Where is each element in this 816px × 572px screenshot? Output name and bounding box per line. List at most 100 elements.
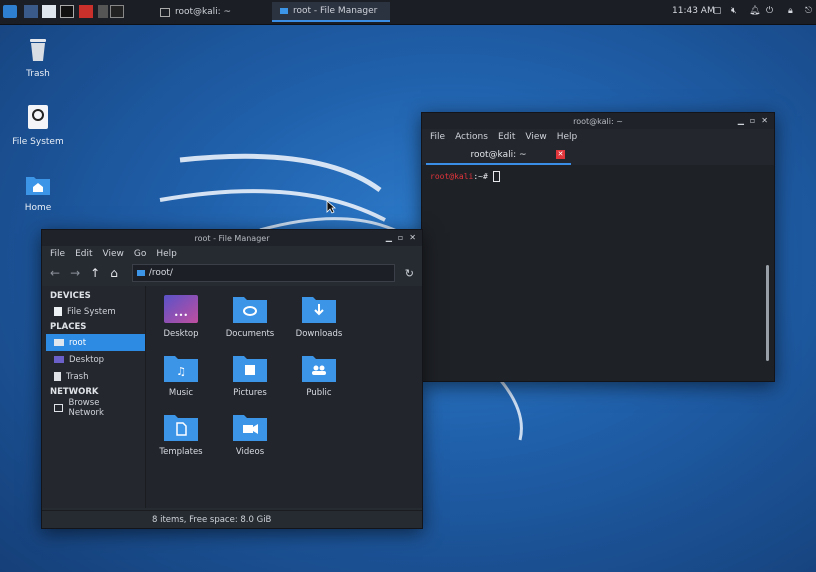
terminal-window[interactable]: root@kali: ~ ▁ ▫ ✕ File Actions Edit Vie… [421, 112, 775, 382]
up-arrow-icon[interactable]: ↑ [90, 266, 100, 280]
logout-icon[interactable]: ⎋ [805, 6, 812, 16]
home-folder-icon [26, 177, 50, 195]
volume-muted-icon[interactable]: 🔇︎ [731, 6, 737, 16]
menu-edit[interactable]: Edit [75, 249, 92, 259]
drive-icon [28, 105, 48, 129]
sidebar-header-places: PLACES [50, 322, 87, 332]
menu-file[interactable]: File [50, 249, 65, 259]
sidebar-item-file-system[interactable]: File System [42, 303, 145, 320]
close-icon[interactable]: ✕ [761, 116, 768, 125]
folder-item[interactable]: Pictures [220, 353, 280, 398]
terminal-scrollbar[interactable] [766, 265, 769, 361]
folder-icon [280, 8, 288, 14]
folder-label: Music [168, 388, 194, 398]
display-icon[interactable]: ▢ [713, 6, 722, 16]
desktop-icon-file-system[interactable]: File System [8, 104, 68, 147]
folder-item[interactable]: ♫ Music [151, 353, 211, 398]
menu-help[interactable]: Help [557, 132, 578, 142]
folder-label: Downloads [295, 329, 343, 339]
menu-actions[interactable]: Actions [455, 132, 488, 142]
prompt-rest: :~# [473, 172, 493, 181]
location-path: /root/ [148, 268, 173, 278]
file-manager-toolbar: ← → ↑ ⌂ /root/ ↻ [42, 262, 422, 284]
menu-edit[interactable]: Edit [498, 132, 515, 142]
maximize-icon[interactable]: ▫ [750, 116, 755, 125]
desktop-folder-icon: ••• [164, 295, 198, 323]
task-file-manager[interactable]: root - File Manager [272, 2, 390, 22]
task-terminal[interactable]: root@kali: ~ [152, 2, 270, 22]
file-manager-menubar: File Edit View Go Help [42, 246, 422, 262]
terminal-output[interactable]: root@kali:~# [422, 165, 774, 381]
desktop-icon-home[interactable]: Home [8, 174, 68, 213]
file-manager-window[interactable]: root - File Manager ▁ ▫ ✕ File Edit View… [41, 229, 423, 529]
documents-folder-icon [233, 297, 267, 323]
reload-icon[interactable]: ↻ [405, 267, 414, 280]
folder-item[interactable]: Downloads [289, 294, 349, 339]
kali-menu-icon[interactable] [3, 5, 17, 18]
desktop-folder-icon [54, 356, 64, 363]
sidebar-item-desktop[interactable]: Desktop [42, 351, 145, 368]
prompt-user: root@kali [430, 172, 474, 181]
home-icon[interactable]: ⌂ [110, 266, 118, 280]
menu-help[interactable]: Help [156, 249, 177, 259]
terminal-titlebar[interactable]: root@kali: ~ ▁ ▫ ✕ [422, 113, 774, 129]
sidebar-item-root[interactable]: root [46, 334, 145, 351]
clock[interactable]: 11:43 AM [672, 6, 715, 16]
folder-label: Documents [225, 329, 275, 339]
terminal-tab[interactable]: root@kali: ~ ✕ [426, 147, 571, 165]
folder-icon [54, 339, 64, 346]
downloads-folder-icon [302, 297, 336, 323]
status-bar: 8 items, Free space: 8.0 GiB [42, 510, 422, 528]
minimize-icon[interactable]: ▁ [738, 116, 744, 125]
tab-close-icon[interactable]: ✕ [556, 150, 565, 159]
location-bar[interactable]: /root/ [131, 264, 395, 282]
terminal-menubar: File Actions Edit View Help [422, 129, 774, 145]
workspace-2-icon[interactable] [110, 5, 124, 18]
notifications-icon[interactable]: 🔔︎ [749, 6, 760, 16]
back-arrow-icon[interactable]: ← [50, 266, 60, 280]
file-manager-body: DEVICES File System PLACES root Desktop … [42, 286, 422, 508]
sidebar-item-browse-network[interactable]: Browse Network [42, 398, 145, 418]
folder-item[interactable]: ••• Desktop [151, 294, 211, 339]
maximize-icon[interactable]: ▫ [398, 233, 403, 242]
cursor [492, 171, 500, 182]
file-manager-launcher-icon[interactable] [42, 5, 56, 18]
close-icon[interactable]: ✕ [409, 233, 416, 242]
minimize-icon[interactable]: ▁ [386, 233, 392, 242]
menu-go[interactable]: Go [134, 249, 146, 259]
folder-item[interactable]: Public [289, 353, 349, 398]
menu-view[interactable]: View [525, 132, 546, 142]
sidebar-item-label: File System [67, 306, 116, 317]
pictures-folder-icon [233, 356, 267, 382]
file-manager-titlebar[interactable]: root - File Manager ▁ ▫ ✕ [42, 230, 422, 246]
folder-item[interactable]: Templates [151, 412, 211, 457]
task-label: root@kali: ~ [175, 7, 232, 17]
folder-item[interactable]: Videos [220, 412, 280, 457]
videos-folder-icon [233, 415, 267, 441]
forward-arrow-icon[interactable]: → [70, 266, 80, 280]
sidebar-header-devices: DEVICES [50, 291, 91, 301]
svg-text:•••: ••• [174, 311, 188, 320]
sidebar: DEVICES File System PLACES root Desktop … [42, 286, 145, 508]
show-desktop-icon[interactable] [24, 5, 38, 18]
app-launcher-icon[interactable] [79, 5, 93, 18]
music-folder-icon: ♫ [164, 356, 198, 382]
terminal-icon [160, 7, 170, 17]
tab-label: root@kali: ~ [470, 150, 527, 160]
drive-icon [54, 307, 62, 316]
lock-icon[interactable]: 🔒︎ [788, 6, 793, 16]
window-title: root@kali: ~ [573, 116, 623, 126]
menu-file[interactable]: File [430, 132, 445, 142]
power-icon[interactable]: ⏻ [766, 6, 773, 16]
folder-label: Desktop [163, 329, 199, 339]
sidebar-item-trash[interactable]: Trash [42, 368, 145, 385]
menu-view[interactable]: View [103, 249, 124, 259]
folder-label: Pictures [233, 388, 267, 398]
desktop-icon-label: Trash [26, 69, 50, 79]
file-view[interactable]: ••• Desktop Documents Downloads ♫ Music … [145, 286, 422, 508]
desktop-icon-trash[interactable]: Trash [8, 36, 68, 79]
terminal-launcher-icon[interactable] [60, 5, 74, 18]
top-panel: root@kali: ~ root - File Manager 11:43 A… [0, 0, 816, 25]
workspace-1-icon[interactable] [98, 5, 108, 18]
folder-item[interactable]: Documents [220, 294, 280, 339]
